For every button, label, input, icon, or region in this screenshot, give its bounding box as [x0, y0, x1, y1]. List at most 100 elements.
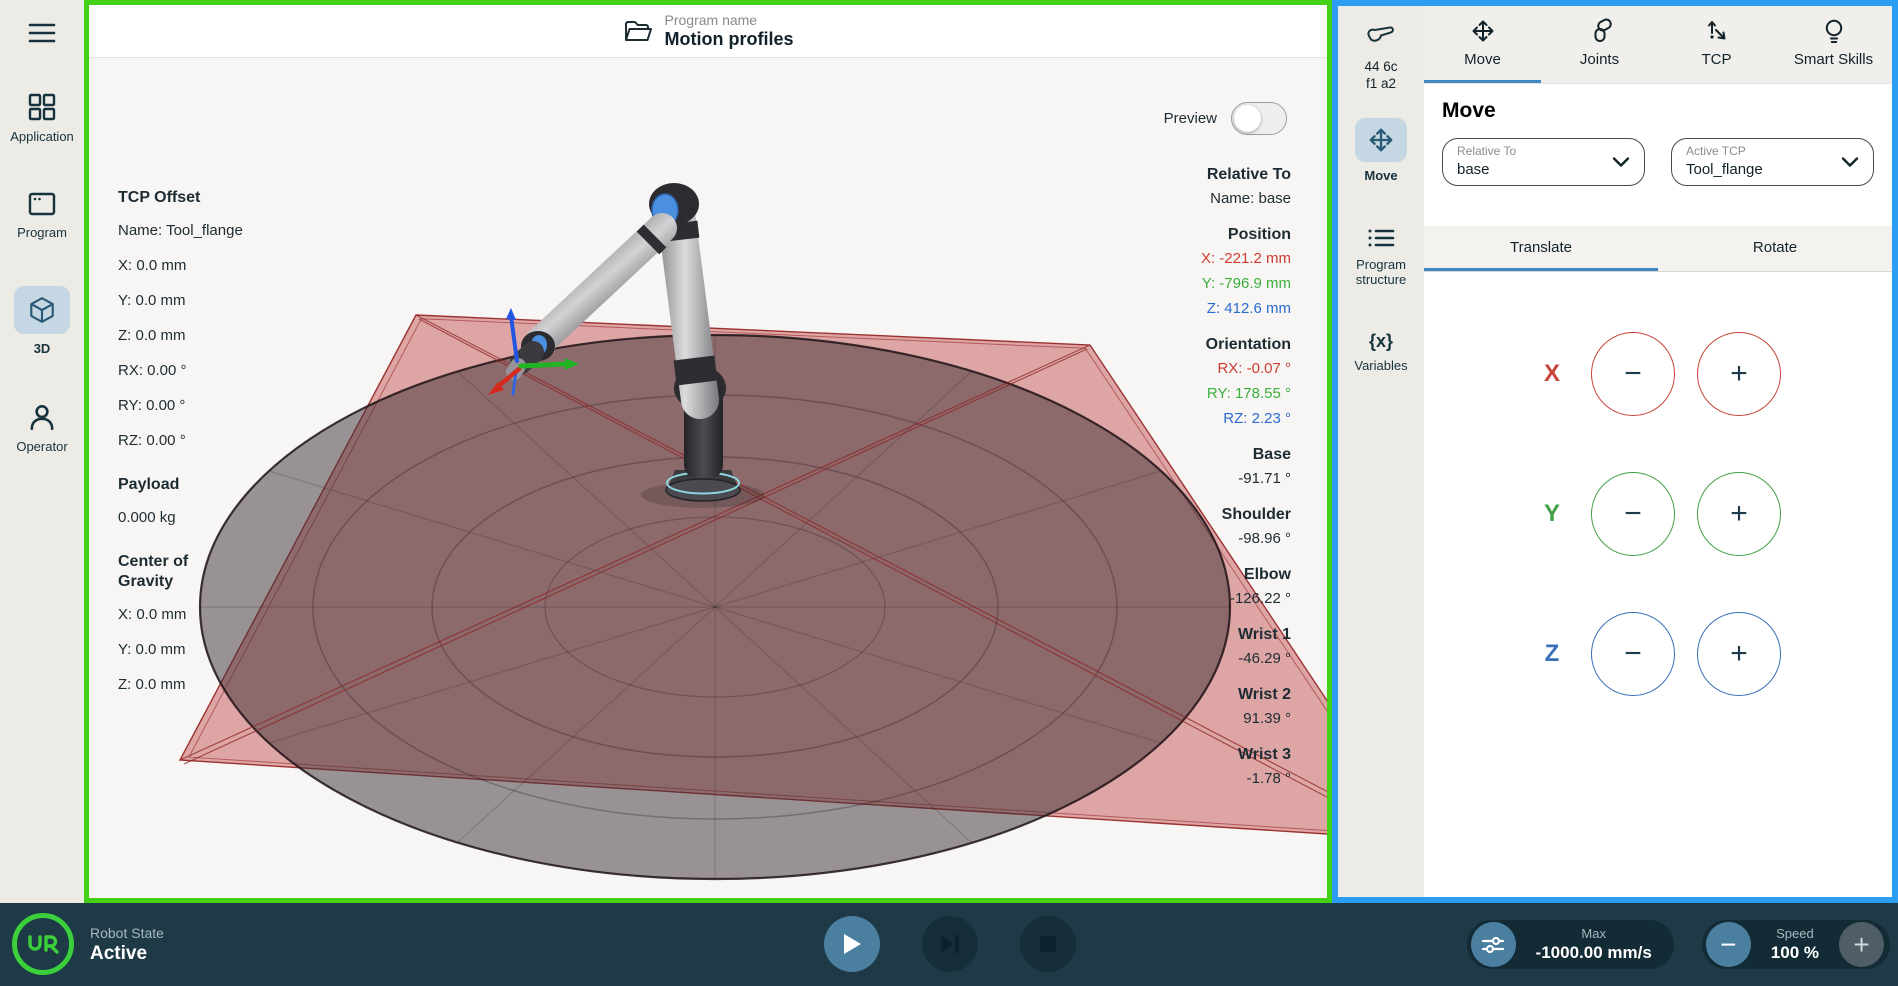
orientation-title: Orientation — [1201, 335, 1291, 355]
active-tcp-select[interactable]: Active TCP Tool_flange — [1671, 138, 1874, 186]
toggle-knob — [1234, 105, 1261, 132]
freedrive-hand-button[interactable] — [1366, 22, 1396, 46]
program-name-label: Program name — [665, 12, 794, 28]
joint-value: -46.29 ° — [1201, 649, 1291, 669]
joint-value: 91.39 ° — [1201, 709, 1291, 729]
max-value: -1000.00 mm/s — [1536, 942, 1652, 963]
tab-label: Rotate — [1753, 239, 1797, 256]
variables-icon: {x} — [1369, 331, 1393, 352]
joint-label: Shoulder — [1201, 505, 1291, 525]
tcp-rz: RZ: 0.00 ° — [118, 431, 243, 451]
x-plus-button[interactable]: + — [1697, 332, 1781, 416]
checksum-line2: f1 a2 — [1364, 75, 1397, 92]
preview-control: Preview — [1164, 102, 1287, 135]
skip-to-end-button[interactable] — [922, 916, 978, 972]
tab-move[interactable]: Move — [1424, 6, 1541, 83]
tool-program-structure[interactable]: Program structure — [1338, 225, 1424, 287]
relative-to-title: Relative To — [1201, 165, 1291, 185]
joint-value: -126.22 ° — [1201, 589, 1291, 609]
tool-label: Variables — [1354, 358, 1407, 373]
preview-label: Preview — [1164, 110, 1217, 127]
axis-row-x: X − + — [1535, 332, 1781, 416]
speed-settings-button[interactable] — [1471, 922, 1516, 967]
joints-icon — [1587, 18, 1613, 44]
ur-logo[interactable] — [12, 913, 74, 975]
sidebar-item-program[interactable]: Program — [17, 190, 67, 240]
tab-translate[interactable]: Translate — [1424, 226, 1658, 271]
axis-label-y: Y — [1535, 500, 1569, 528]
sidebar-item-3d[interactable]: 3D — [14, 286, 70, 356]
joint-label: Wrist 2 — [1201, 685, 1291, 705]
tool-move[interactable]: Move — [1355, 118, 1407, 183]
move-panel-content: Move Joints TCP — [1424, 6, 1892, 897]
joint-label: Base — [1201, 445, 1291, 465]
hamburger-menu-button[interactable] — [27, 20, 57, 46]
chevron-down-icon — [1841, 157, 1859, 168]
relative-to-select[interactable]: Relative To base — [1442, 138, 1645, 186]
3d-scene — [89, 58, 1327, 898]
speed-value: 100 % — [1771, 942, 1819, 963]
folder-open-icon — [623, 18, 653, 44]
hamburger-icon — [27, 20, 57, 46]
axis-row-z: Z − + — [1535, 612, 1781, 696]
play-button[interactable] — [824, 916, 880, 972]
z-plus-button[interactable]: + — [1697, 612, 1781, 696]
stop-button[interactable] — [1020, 916, 1076, 972]
tab-joints[interactable]: Joints — [1541, 6, 1658, 83]
tool-strip: 44 6c f1 a2 Move Program structu — [1338, 6, 1424, 897]
tab-tcp[interactable]: TCP — [1658, 6, 1775, 83]
list-icon — [1366, 225, 1396, 251]
tcp-ry: RY: 0.00 ° — [118, 396, 243, 416]
pose-info-overlay: Relative To Name: base Position X: -221.… — [1201, 165, 1291, 805]
joint-value: -91.71 ° — [1201, 469, 1291, 489]
tcp-offset-title: TCP Offset — [118, 188, 243, 208]
orientation-rx: RX: -0.07 ° — [1201, 359, 1291, 379]
z-minus-button[interactable]: − — [1591, 612, 1675, 696]
page-title: Motion profiles — [665, 28, 794, 50]
tcp-rx: RX: 0.00 ° — [118, 361, 243, 381]
speed-minus-button[interactable]: − — [1706, 922, 1751, 967]
select-value: Tool_flange — [1686, 161, 1859, 179]
operator-person-icon — [27, 402, 57, 432]
tool-variables[interactable]: {x} Variables — [1354, 331, 1407, 373]
tcp-z: Z: 0.0 mm — [118, 326, 243, 346]
left-sidebar: Application Program 3D Operator — [0, 0, 84, 903]
robot-state-value: Active — [90, 942, 164, 965]
speed-pill: − Speed 100 % + — [1702, 920, 1890, 969]
preview-toggle[interactable] — [1231, 102, 1287, 135]
joint-label: Wrist 3 — [1201, 745, 1291, 765]
joint-value: -1.78 ° — [1201, 769, 1291, 789]
tcp-axes-icon — [1704, 18, 1730, 44]
play-icon — [841, 932, 863, 956]
select-label: Active TCP — [1686, 144, 1859, 159]
sidebar-item-operator[interactable]: Operator — [16, 402, 67, 454]
tcp-x: X: 0.0 mm — [118, 256, 243, 276]
program-window-icon — [27, 190, 57, 218]
cog-x: X: 0.0 mm — [118, 605, 243, 625]
bottom-status-bar: Robot State Active — [0, 903, 1898, 986]
move-cross-icon — [1470, 18, 1496, 44]
chevron-down-icon — [1612, 157, 1630, 168]
axis-label-z: Z — [1535, 640, 1569, 668]
max-speed-pill[interactable]: Max -1000.00 mm/s — [1467, 920, 1674, 969]
speed-plus-button[interactable]: + — [1839, 922, 1884, 967]
3d-scene-viewport[interactable] — [89, 58, 1327, 898]
sidebar-item-label: Program — [17, 225, 67, 240]
y-plus-button[interactable]: + — [1697, 472, 1781, 556]
position-y: Y: -796.9 mm — [1201, 274, 1291, 294]
sidebar-item-application[interactable]: Application — [10, 92, 74, 144]
select-label: Relative To — [1457, 144, 1630, 159]
tab-label: Translate — [1510, 239, 1572, 256]
joint-label: Wrist 1 — [1201, 625, 1291, 645]
tab-label: Move — [1464, 51, 1501, 68]
position-x: X: -221.2 mm — [1201, 249, 1291, 269]
panel-title: Move — [1442, 99, 1892, 123]
lightbulb-icon — [1821, 18, 1847, 44]
tab-smart-skills[interactable]: Smart Skills — [1775, 6, 1892, 83]
speed-controls: Max -1000.00 mm/s − Speed 100 % + — [1467, 920, 1890, 969]
x-minus-button[interactable]: − — [1591, 332, 1675, 416]
y-minus-button[interactable]: − — [1591, 472, 1675, 556]
select-value: base — [1457, 161, 1630, 179]
tool-label: Move — [1364, 168, 1397, 183]
tab-rotate[interactable]: Rotate — [1658, 226, 1892, 271]
